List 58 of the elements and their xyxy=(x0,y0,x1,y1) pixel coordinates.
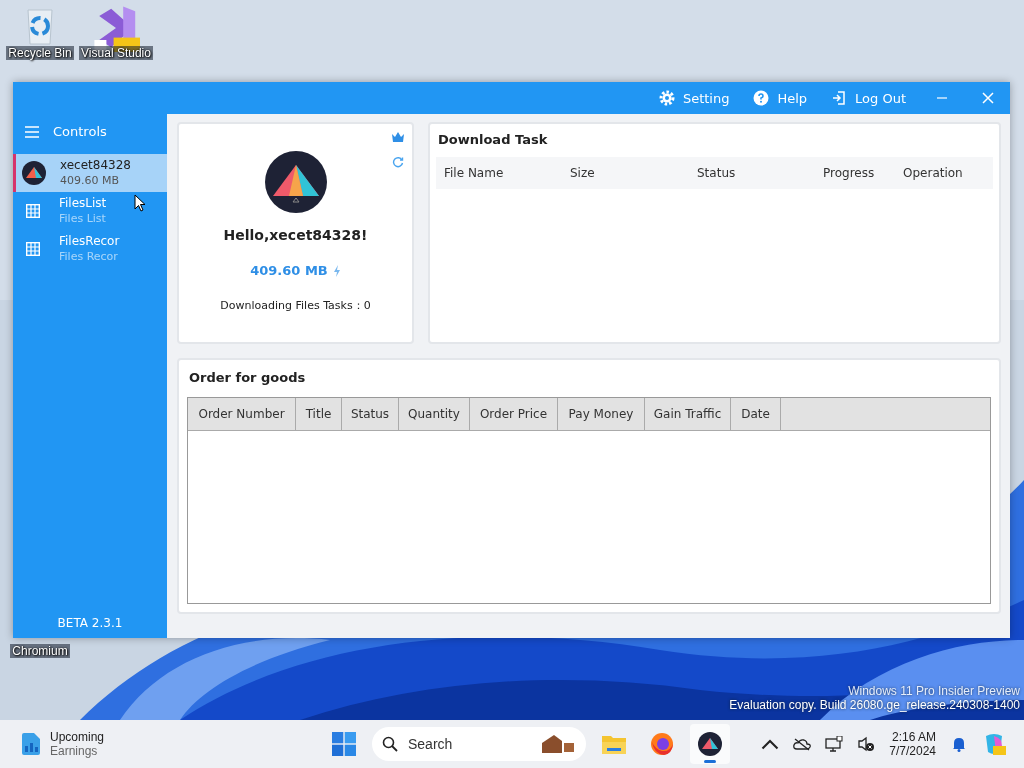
clock-time[interactable]: 2:16 AM xyxy=(891,730,936,745)
sidebar-title: Controls xyxy=(53,124,107,139)
help-icon[interactable] xyxy=(753,90,770,106)
column-header[interactable]: Order Price xyxy=(470,398,558,430)
card-title: Order for goods xyxy=(188,370,307,385)
avatar-icon xyxy=(22,161,46,185)
desktop-icon-label[interactable]: Chromium xyxy=(10,644,70,658)
column-header[interactable]: Date xyxy=(731,398,781,430)
cursor-icon xyxy=(134,194,146,212)
version-label: BETA 2.3.1 xyxy=(56,616,124,632)
clock-date[interactable]: 7/7/2024 xyxy=(889,744,936,759)
lightning-icon xyxy=(332,264,341,277)
tasks-text: Downloading Files Tasks：0 xyxy=(220,298,371,313)
column-header[interactable]: Title xyxy=(296,398,342,430)
start-icon[interactable] xyxy=(332,732,356,757)
table-icon xyxy=(26,242,40,256)
column-header: Status xyxy=(697,166,737,180)
cake-icon[interactable] xyxy=(540,733,576,756)
search-icon xyxy=(382,736,398,753)
widget-title[interactable]: Upcoming xyxy=(50,730,105,745)
column-header[interactable]: Status xyxy=(342,398,399,430)
refresh-icon[interactable] xyxy=(392,156,404,168)
desktop-icon-label[interactable]: Recycle Bin xyxy=(6,46,74,60)
search-field[interactable]: Search xyxy=(372,727,586,762)
item-name: FilesRecor xyxy=(59,234,120,249)
column-header: Operation xyxy=(903,166,964,180)
table-icon xyxy=(26,204,40,218)
storage-text: 409.60 MB xyxy=(250,263,328,278)
column-header[interactable]: Order Number xyxy=(188,398,296,430)
taskbar-app[interactable] xyxy=(690,724,730,765)
sidebar-item[interactable]: xecet84328 409.60 MB xyxy=(13,154,167,192)
item-name: FilesList xyxy=(59,196,107,211)
greeting-text: Hello,xecet84328! xyxy=(223,227,368,243)
mountain-icon xyxy=(698,732,722,757)
card-title: Download Task xyxy=(437,132,549,147)
monitor-icon[interactable] xyxy=(825,736,844,753)
logout-icon[interactable] xyxy=(831,90,848,106)
column-header: File Name xyxy=(444,166,505,180)
item-subtitle: Files Recor xyxy=(59,249,119,264)
gear-icon[interactable] xyxy=(658,90,675,106)
crown-icon[interactable] xyxy=(392,132,404,142)
item-subtitle: 409.60 MB xyxy=(60,173,121,188)
chart-icon[interactable] xyxy=(22,733,40,756)
evaluation-text: Windows 11 Pro Insider Preview xyxy=(848,684,1020,698)
widget-subtitle: Earnings xyxy=(50,744,99,759)
item-subtitle: Files List xyxy=(59,211,107,226)
cloud-icon[interactable] xyxy=(793,736,812,753)
browser-icon xyxy=(650,732,674,757)
column-header[interactable]: Quantity xyxy=(399,398,470,430)
menu-icon[interactable] xyxy=(25,125,39,138)
avatar-icon xyxy=(264,151,327,213)
column-header: Progress xyxy=(823,166,876,180)
column-header[interactable]: Gain Traffic xyxy=(645,398,731,430)
speaker-muted-icon[interactable] xyxy=(857,736,876,753)
close-icon[interactable] xyxy=(982,92,994,104)
column-header: Size xyxy=(570,166,596,180)
item-name: xecet84328 xyxy=(60,158,131,173)
column-header[interactable]: Pay Money xyxy=(558,398,645,430)
